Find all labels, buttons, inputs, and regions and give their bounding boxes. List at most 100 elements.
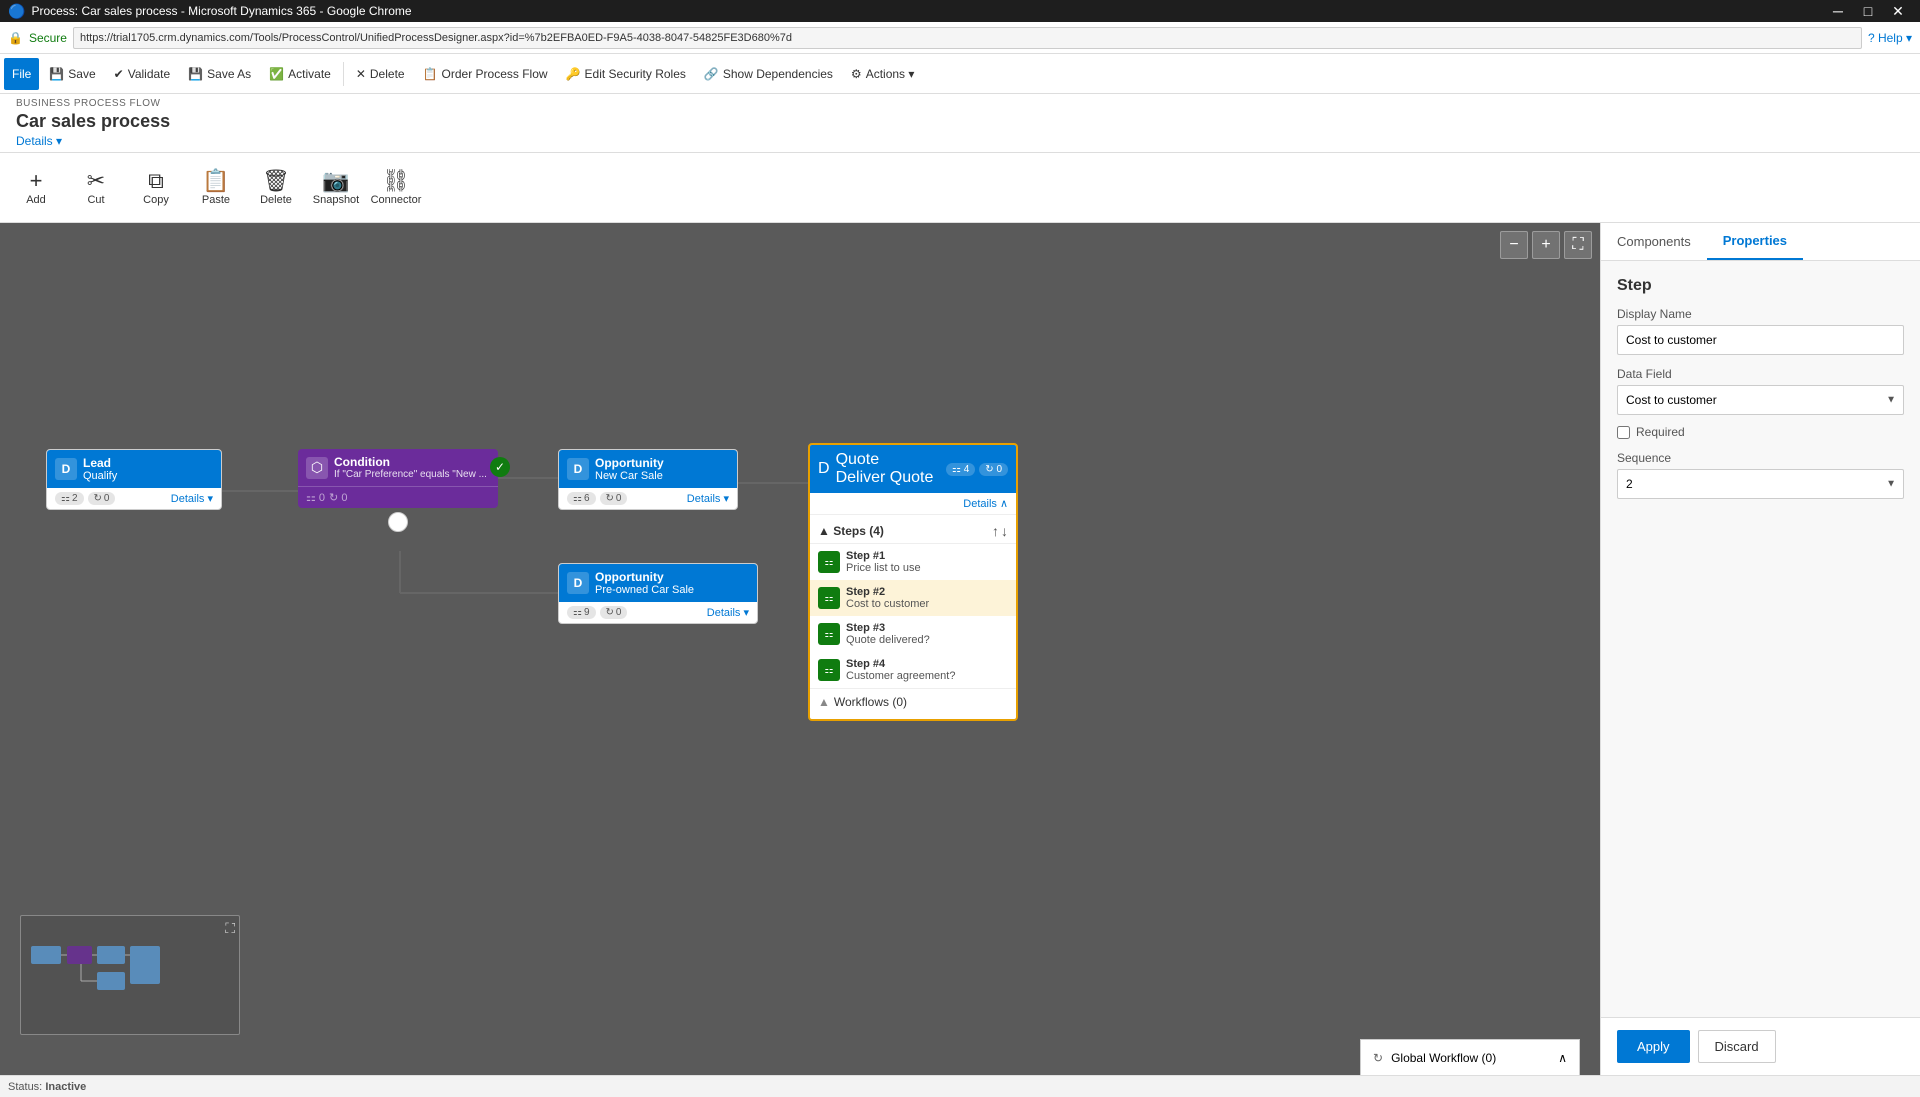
- save-as-button[interactable]: 💾 Save As: [180, 58, 259, 90]
- condition-node-footer: ⚏ 0 ↻ 0: [298, 487, 498, 508]
- steps-panel: ▲ Steps (4) ↑ ↓ ⚏ Step #1 Price list to …: [810, 515, 1016, 719]
- step-2-text: Step #2 Cost to customer: [846, 586, 929, 610]
- minimap-expand-icon[interactable]: ⛶: [225, 920, 235, 937]
- step-1-item[interactable]: ⚏ Step #1 Price list to use: [810, 544, 1016, 580]
- close-button[interactable]: ✕: [1884, 1, 1912, 21]
- status-bar: Status: Inactive: [0, 1075, 1920, 1097]
- step-2-sub: Cost to customer: [846, 598, 929, 610]
- opp-pre-node-subtitle: Pre-owned Car Sale: [595, 584, 694, 596]
- step-3-item[interactable]: ⚏ Step #3 Quote delivered?: [810, 616, 1016, 652]
- show-dependencies-button[interactable]: 🔗 Show Dependencies: [696, 58, 841, 90]
- step-4-item[interactable]: ⚏ Step #4 Customer agreement?: [810, 652, 1016, 688]
- display-name-input[interactable]: [1617, 325, 1904, 355]
- right-panel: Components Properties Step Display Name …: [1600, 223, 1920, 1075]
- sequence-select[interactable]: 1 2 3 4: [1617, 469, 1904, 499]
- window-controls: ─ □ ✕: [1824, 1, 1912, 21]
- secure-label: Secure: [29, 31, 67, 45]
- tab-properties[interactable]: Properties: [1707, 223, 1803, 260]
- page-header: BUSINESS PROCESS FLOW Car sales process …: [0, 94, 1920, 153]
- condition-node-subtitle: If "Car Preference" equals "New ...: [334, 469, 487, 480]
- cond-workflows-badge: ↻ 0: [329, 491, 347, 504]
- steps-up-button[interactable]: ↑: [992, 523, 999, 539]
- global-workflow-bar[interactable]: ↻ Global Workflow (0) ∧: [1360, 1039, 1580, 1075]
- save-button[interactable]: 💾 Save: [41, 58, 103, 90]
- opp-new-workflows-badge: ↻ 0: [600, 492, 628, 505]
- display-name-label: Display Name: [1617, 307, 1904, 321]
- canvas[interactable]: − + ⛶ D Lead Qualify ⚏ 2 ↻ 0 Details ▾ ⬡: [0, 223, 1600, 1075]
- address-bar: 🔒 Secure ? Help ▾: [0, 22, 1920, 54]
- condition-x-button[interactable]: ✕: [388, 512, 408, 532]
- quote-node-icon: D: [818, 460, 830, 478]
- help-link[interactable]: ? Help ▾: [1868, 31, 1912, 45]
- actions-icon: ⚙: [851, 67, 862, 81]
- status-value: Inactive: [45, 1081, 86, 1093]
- minimap[interactable]: ⛶: [20, 915, 240, 1035]
- actions-button[interactable]: ⚙ Actions ▾: [843, 58, 922, 90]
- maximize-button[interactable]: □: [1854, 1, 1882, 21]
- apply-button[interactable]: Apply: [1617, 1030, 1690, 1063]
- quote-workflows-badge: ↻ 0: [979, 463, 1008, 476]
- tab-components[interactable]: Components: [1601, 223, 1707, 260]
- zoom-out-button[interactable]: −: [1500, 231, 1528, 259]
- lead-workflows-badge: ↻ 0: [88, 492, 116, 505]
- add-icon: +: [30, 170, 43, 192]
- opp-pre-node-icon: D: [567, 572, 589, 594]
- steps-arrows: ↑ ↓: [992, 523, 1008, 539]
- delete-icon: 🗑: [262, 170, 290, 192]
- step-1-icon: ⚏: [818, 551, 840, 573]
- delete-icon-button[interactable]: 🗑 Delete: [248, 158, 304, 218]
- lead-node[interactable]: D Lead Qualify ⚏ 2 ↻ 0 Details ▾: [46, 449, 222, 510]
- save-icon: 💾: [49, 67, 64, 81]
- order-process-icon: 📋: [423, 67, 438, 81]
- activate-button[interactable]: ✅ Activate: [261, 58, 339, 90]
- opp-new-details-button[interactable]: Details ▾: [687, 492, 729, 505]
- cut-button[interactable]: ✂ Cut: [68, 158, 124, 218]
- copy-button[interactable]: ⧉ Copy: [128, 158, 184, 218]
- file-button[interactable]: File: [4, 58, 39, 90]
- paste-button[interactable]: 📋 Paste: [188, 158, 244, 218]
- url-input[interactable]: [73, 27, 1862, 49]
- opportunity-preowned-node[interactable]: D Opportunity Pre-owned Car Sale ⚏ 9 ↻ 0…: [558, 563, 758, 624]
- quote-fields-badge: ⚏ 4: [946, 463, 975, 476]
- lead-details-button[interactable]: Details ▾: [171, 492, 213, 505]
- cut-icon: ✂: [87, 170, 105, 192]
- panel-tabs: Components Properties: [1601, 223, 1920, 261]
- data-field-label: Data Field: [1617, 367, 1904, 381]
- discard-button[interactable]: Discard: [1698, 1030, 1776, 1063]
- quote-details-button[interactable]: Details ∧: [963, 497, 1008, 510]
- edit-security-roles-button[interactable]: 🔑 Edit Security Roles: [558, 58, 694, 90]
- step-3-icon: ⚏: [818, 623, 840, 645]
- step-4-label: Step #4: [846, 658, 955, 670]
- fit-button[interactable]: ⛶: [1564, 231, 1592, 259]
- opp-pre-details-button[interactable]: Details ▾: [707, 606, 749, 619]
- sequence-label: Sequence: [1617, 451, 1904, 465]
- required-checkbox[interactable]: [1617, 426, 1630, 439]
- copy-icon: ⧉: [148, 170, 164, 192]
- breadcrumb: BUSINESS PROCESS FLOW: [16, 98, 1904, 109]
- add-button[interactable]: + Add: [8, 158, 64, 218]
- delete-icon: ✕: [356, 67, 366, 81]
- minimize-button[interactable]: ─: [1824, 1, 1852, 21]
- lead-node-footer: ⚏ 2 ↻ 0 Details ▾: [47, 488, 221, 509]
- steps-count-label: Steps (4): [833, 524, 884, 538]
- snapshot-button[interactable]: 📷 Snapshot: [308, 158, 364, 218]
- lead-node-icon: D: [55, 458, 77, 480]
- step-2-item[interactable]: ⚏ Step #2 Cost to customer: [810, 580, 1016, 616]
- title-bar-text: Process: Car sales process - Microsoft D…: [31, 4, 1824, 18]
- step-1-label: Step #1: [846, 550, 921, 562]
- steps-down-button[interactable]: ↓: [1001, 523, 1008, 539]
- condition-node[interactable]: ⬡ Condition If "Car Preference" equals "…: [298, 449, 498, 508]
- quote-node[interactable]: D Quote Deliver Quote ⚏ 4 ↻ 0 Details ∧ …: [808, 443, 1018, 721]
- zoom-in-button[interactable]: +: [1532, 231, 1560, 259]
- details-button[interactable]: Details ▾: [16, 134, 1904, 152]
- data-field-select[interactable]: Cost to customer: [1617, 385, 1904, 415]
- validate-button[interactable]: ✔ Validate: [106, 58, 179, 90]
- main-area: − + ⛶ D Lead Qualify ⚏ 2 ↻ 0 Details ▾ ⬡: [0, 223, 1920, 1075]
- delete-button[interactable]: ✕ Delete: [348, 58, 413, 90]
- required-row: Required: [1617, 425, 1904, 439]
- step-1-text: Step #1 Price list to use: [846, 550, 921, 574]
- quote-node-header: D Quote Deliver Quote ⚏ 4 ↻ 0: [810, 445, 1016, 493]
- order-process-flow-button[interactable]: 📋 Order Process Flow: [415, 58, 556, 90]
- connector-button[interactable]: ⛓ Connector: [368, 158, 424, 218]
- opportunity-new-node[interactable]: D Opportunity New Car Sale ⚏ 6 ↻ 0 Detai…: [558, 449, 738, 510]
